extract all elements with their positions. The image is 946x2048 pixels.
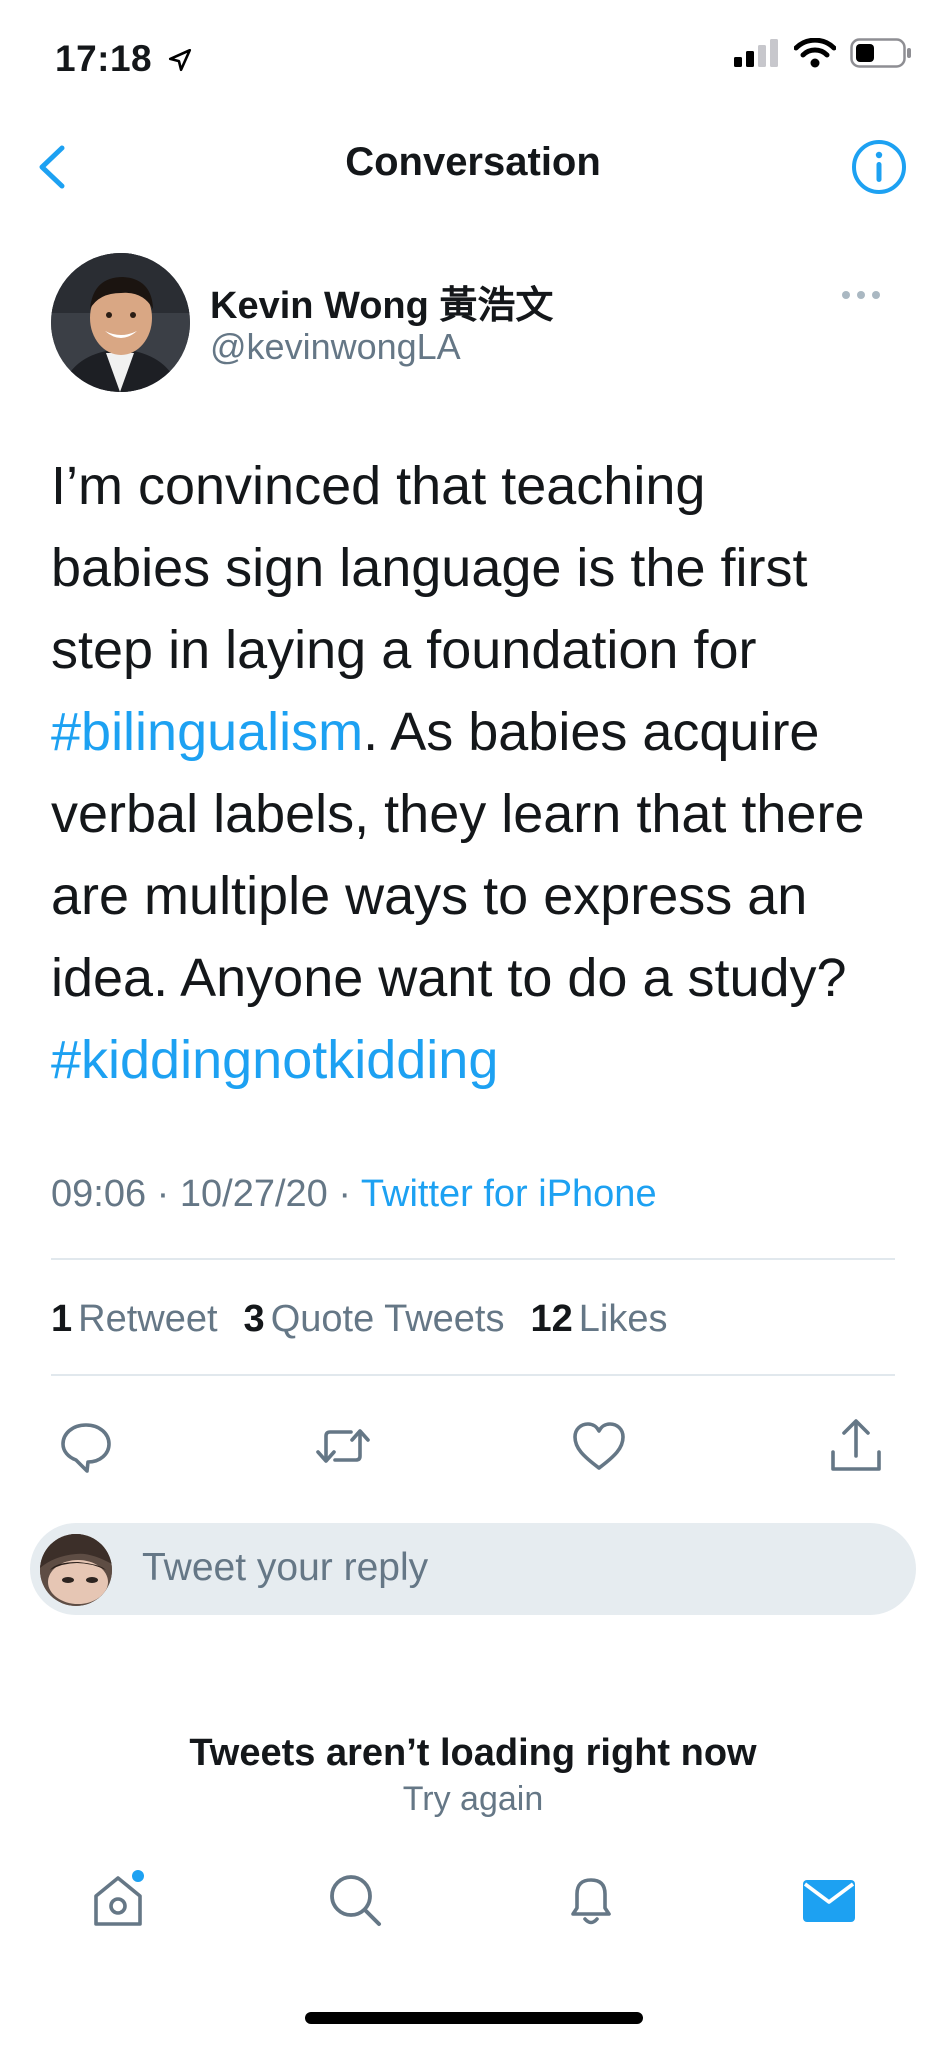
bell-icon xyxy=(571,1878,611,1925)
like-button[interactable] xyxy=(569,1416,629,1476)
wifi-icon xyxy=(794,38,836,68)
search-icon xyxy=(330,1875,381,1926)
tweet-text-line: #bilingualism. As babies acquire xyxy=(51,691,901,773)
tweet-text-line: babies sign language is the first xyxy=(51,527,901,609)
tab-home[interactable] xyxy=(86,1868,150,1932)
location-arrow-icon xyxy=(168,48,191,72)
home-indicator xyxy=(305,2012,643,2024)
tab-search[interactable] xyxy=(323,1868,387,1932)
author-avatar[interactable] xyxy=(51,253,190,392)
tweet-text-line: step in laying a foundation for xyxy=(51,609,901,691)
tweet-text-segment: idea. Anyone want to do a study? xyxy=(51,948,847,1008)
tweet-text-segment: step in laying a foundation for xyxy=(51,620,757,680)
share-icon xyxy=(831,1419,881,1471)
tab-notifications[interactable] xyxy=(559,1868,623,1932)
tweet-text-line: #kiddingnotkidding xyxy=(51,1019,901,1101)
retweets-stat[interactable]: 1 Retweet xyxy=(51,1298,218,1341)
tab-messages[interactable] xyxy=(797,1868,861,1932)
reply-button[interactable] xyxy=(56,1416,116,1476)
more-button[interactable] xyxy=(826,280,896,310)
status-time: 17:18 xyxy=(55,38,193,80)
likes-stat[interactable]: 12 Likes xyxy=(530,1298,667,1341)
mail-icon xyxy=(803,1880,855,1922)
tweet-text: I’m convinced that teaching babies sign l… xyxy=(51,445,901,1101)
tweet-source-link[interactable]: Twitter for iPhone xyxy=(361,1173,657,1215)
divider xyxy=(51,1258,895,1260)
tweet-text-segment: . As babies acquire xyxy=(363,702,820,762)
tweet-date: 10/27/20 xyxy=(179,1173,328,1215)
tweet-text-segment: I’m convinced that teaching xyxy=(51,456,706,516)
tweet-text-segment: verbal labels, they learn that there xyxy=(51,784,865,844)
quote-tweets-stat[interactable]: 3 Quote Tweets xyxy=(244,1298,505,1341)
signal-icon xyxy=(734,39,778,67)
tweet-text-segment: are multiple ways to express an xyxy=(51,866,808,926)
hashtag-link[interactable]: #bilingualism xyxy=(51,702,363,762)
tweet-text-line: verbal labels, they learn that there xyxy=(51,773,901,855)
status-icons xyxy=(734,38,912,68)
divider xyxy=(51,1374,895,1376)
tweet-time: 09:06 xyxy=(51,1173,147,1215)
retweet-icon xyxy=(316,1429,370,1463)
author-handle[interactable]: @kevinwongLA xyxy=(210,326,461,368)
home-icon xyxy=(94,1870,144,1926)
tweet-text-line: are multiple ways to express an xyxy=(51,855,901,937)
share-button[interactable] xyxy=(826,1416,886,1476)
like-icon xyxy=(573,1422,625,1470)
tweet-meta: 09:06 · 10/27/20 · Twitter for iPhone xyxy=(51,1173,657,1215)
tweet-text-line: idea. Anyone want to do a study? xyxy=(51,937,901,1019)
reply-icon xyxy=(61,1423,111,1473)
more-icon xyxy=(842,291,880,299)
battery-icon xyxy=(850,38,911,68)
tweet-text-segment: babies sign language is the first xyxy=(51,538,808,598)
retweet-button[interactable] xyxy=(313,1416,373,1476)
error-title: Tweets aren’t loading right now xyxy=(189,1732,757,1774)
user-avatar[interactable] xyxy=(40,1534,112,1606)
page-title: Conversation xyxy=(345,140,601,184)
try-again-button[interactable]: Try again xyxy=(0,1780,946,1819)
tweet-text-line: I’m convinced that teaching xyxy=(51,445,901,527)
hashtag-link[interactable]: #kiddingnotkidding xyxy=(51,1030,498,1090)
info-icon xyxy=(852,140,906,194)
author-name[interactable]: Kevin Wong 黃浩文 xyxy=(210,274,553,329)
tweet-stats: 1 Retweet 3 Quote Tweets 12 Likes xyxy=(51,1298,667,1341)
reply-input[interactable]: Tweet your reply xyxy=(142,1546,428,1590)
info-button[interactable] xyxy=(850,138,908,196)
